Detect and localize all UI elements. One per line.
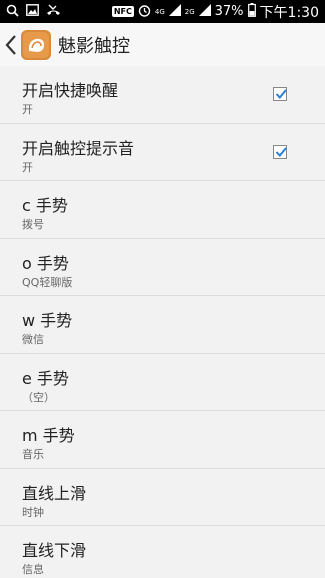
- setting-title: 直线下滑: [22, 541, 87, 560]
- touch-sound-checkbox[interactable]: [273, 144, 287, 159]
- setting-summary: 微信: [22, 333, 44, 346]
- setting-summary: 音乐: [22, 448, 44, 461]
- setting-gesture-e[interactable]: e 手势 （空）: [0, 354, 325, 411]
- quick-wake-checkbox[interactable]: [273, 87, 287, 101]
- signal-icon: [168, 4, 181, 19]
- setting-summary: 时钟: [22, 505, 44, 519]
- setting-title: 开启快捷唤醒: [22, 81, 119, 100]
- setting-summary: QQ轻聊版: [22, 275, 73, 289]
- network-type-label-2: 2G: [184, 7, 195, 16]
- setting-title: 开启触控提示音: [22, 138, 135, 158]
- setting-title: 直线上滑: [22, 483, 87, 503]
- image-icon: [26, 4, 39, 19]
- setting-title: c 手势: [22, 196, 68, 215]
- setting-title: o 手势: [22, 253, 69, 273]
- search-icon: [6, 4, 19, 20]
- settings-list: 开启快捷唤醒 开 开启触控提示音 开 c 手势 拨号 o 手势 QQ轻聊版 w …: [0, 66, 325, 578]
- battery-percent: 37%: [214, 4, 244, 19]
- clock: 下午1:30: [259, 4, 319, 21]
- setting-summary: 信息: [22, 563, 44, 576]
- action-bar: 魅影触控: [0, 23, 325, 67]
- page-title: 魅影触控: [58, 35, 130, 57]
- setting-summary: （空）: [22, 390, 55, 404]
- setting-touch-sound[interactable]: 开启触控提示音 开: [0, 124, 325, 181]
- setting-title: e 手势: [22, 368, 69, 388]
- setting-title: m 手势: [22, 426, 75, 445]
- setting-swipe-up[interactable]: 直线上滑 时钟: [0, 469, 325, 526]
- setting-quick-wake[interactable]: 开启快捷唤醒 开: [0, 66, 325, 124]
- signal-icon-2: [198, 4, 211, 19]
- checkmark-icon: [275, 89, 287, 100]
- setting-summary: 开: [22, 103, 33, 116]
- setting-gesture-m[interactable]: m 手势 音乐: [0, 411, 325, 469]
- network-type-label: 4G: [154, 7, 165, 16]
- setting-summary: 拨号: [22, 218, 44, 231]
- status-bar: NFC 4G 2G 37% 下午1:30: [0, 0, 325, 23]
- setting-gesture-c[interactable]: c 手势 拨号: [0, 181, 325, 239]
- battery-icon: [247, 3, 256, 20]
- setting-swipe-down[interactable]: 直线下滑 信息: [0, 526, 325, 578]
- setting-gesture-o[interactable]: o 手势 QQ轻聊版: [0, 239, 325, 296]
- missed-call-icon: [46, 4, 61, 19]
- setting-title: w 手势: [22, 311, 73, 330]
- setting-summary: 开: [22, 160, 33, 174]
- alarm-icon: [138, 4, 151, 20]
- nfc-badge: NFC: [111, 6, 134, 17]
- setting-gesture-w[interactable]: w 手势 微信: [0, 296, 325, 354]
- checkmark-icon: [275, 146, 287, 157]
- app-icon[interactable]: [20, 29, 52, 61]
- back-chevron-icon[interactable]: [4, 34, 18, 56]
